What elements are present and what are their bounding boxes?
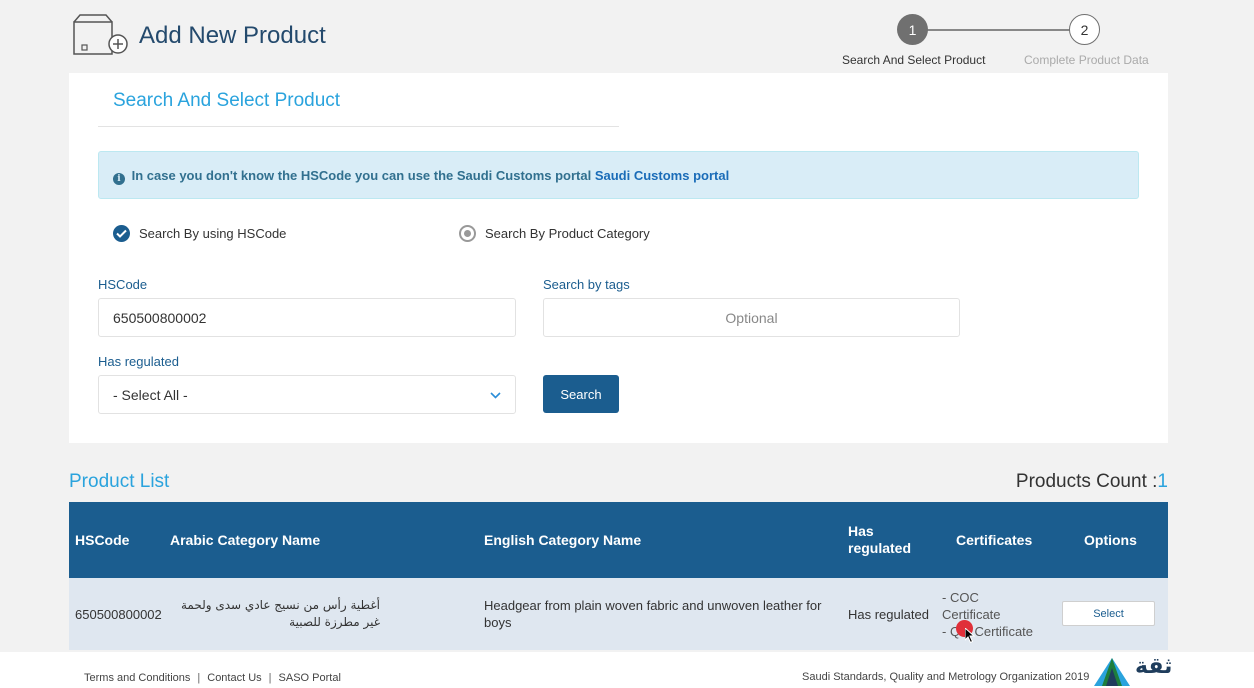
hscode-label: HSCode: [98, 277, 148, 292]
step-1-label: Search And Select Product: [842, 53, 986, 67]
column-header-regulated: Has regulated: [848, 523, 912, 556]
products-count-label: Products Count :: [1015, 471, 1158, 492]
alert-text: In case you don't know the HSCode you ca…: [131, 168, 595, 183]
stepper-line: [918, 29, 1070, 31]
product-list-title: Product List: [69, 471, 170, 492]
saso-portal-link[interactable]: SASO Portal: [279, 672, 341, 684]
has-regulated-value: - Select All -: [113, 386, 188, 403]
search-panel: Search And Select Product i In case you …: [69, 73, 1168, 443]
column-header-english: English Category Name: [484, 532, 642, 548]
tags-input[interactable]: Optional: [543, 298, 960, 337]
search-button[interactable]: Search: [543, 375, 619, 413]
saso-logo-text: ثقة: [1135, 654, 1173, 679]
products-count: Products Count :1: [1016, 471, 1168, 493]
products-count-value: 1: [1157, 471, 1168, 492]
cell-regulated: Has regulated: [848, 606, 929, 622]
cell-arabic-name: أغطية رأس من نسيج عادي سدى ولحمة غير مطر…: [180, 598, 380, 629]
saso-logo-icon: [1094, 658, 1130, 686]
page-header: Add New Product 1 2 Search And Select Pr…: [0, 0, 1254, 75]
chevron-down-icon: [490, 388, 501, 402]
step-2-circle: 2: [1069, 14, 1100, 45]
hscode-input[interactable]: 650500800002: [98, 298, 516, 337]
radio-search-hscode[interactable]: Search By using HSCode: [113, 225, 286, 242]
radio-hscode-label: Search By using HSCode: [139, 226, 287, 241]
organization-copyright: Saudi Standards, Quality and Metrology O…: [802, 671, 1090, 683]
mouse-pointer-icon: [965, 628, 976, 644]
step-1-circle: 1: [897, 14, 928, 45]
has-regulated-label: Has regulated: [98, 354, 179, 369]
terms-link[interactable]: Terms and Conditions: [84, 672, 190, 684]
add-product-icon: [73, 14, 128, 55]
info-icon: i: [113, 173, 125, 185]
table-row: 650500800002 أغطية رأس من نسيج عادي سدى …: [69, 578, 1168, 650]
check-circle-icon: [113, 225, 130, 242]
column-header-arabic: Arabic Category Name: [170, 532, 321, 548]
cell-certificates: - COC Certificate - QM Certificate: [942, 578, 1033, 650]
radio-category-label: Search By Product Category: [485, 226, 650, 241]
column-header-options: Options: [1084, 532, 1137, 548]
radio-circle-icon: [459, 225, 476, 242]
footer-links: Terms and Conditions | Contact Us | SASO Por…: [84, 672, 341, 684]
search-panel-title: Search And Select Product: [113, 90, 341, 111]
page-title: Add New Product: [139, 22, 326, 49]
step-2-label: Complete Product Data: [1024, 53, 1149, 67]
select-button[interactable]: Select: [1062, 601, 1155, 626]
cell-hscode: 650500800002: [75, 606, 162, 622]
table-header: HSCode Arabic Category Name English Cate…: [69, 502, 1168, 578]
tags-label: Search by tags: [543, 277, 630, 292]
has-regulated-select[interactable]: - Select All -: [98, 375, 516, 414]
cell-english-name: Headgear from plain woven fabric and unw…: [484, 598, 822, 630]
column-header-hscode: HSCode: [75, 532, 130, 548]
info-alert: i In case you don't know the HSCode you …: [98, 151, 1139, 199]
certificate-line: - COC: [942, 589, 979, 605]
product-table: HSCode Arabic Category Name English Cate…: [69, 502, 1168, 650]
column-header-certificates: Certificates: [956, 532, 1033, 548]
certificate-line: Certificate: [942, 606, 1001, 622]
page-footer: Terms and Conditions | Contact Us | SASO Por…: [0, 652, 1254, 688]
radio-search-category[interactable]: Search By Product Category: [459, 225, 650, 242]
saudi-customs-link[interactable]: Saudi Customs portal: [595, 168, 729, 183]
divider: [98, 126, 619, 127]
contact-link[interactable]: Contact Us: [207, 672, 261, 684]
